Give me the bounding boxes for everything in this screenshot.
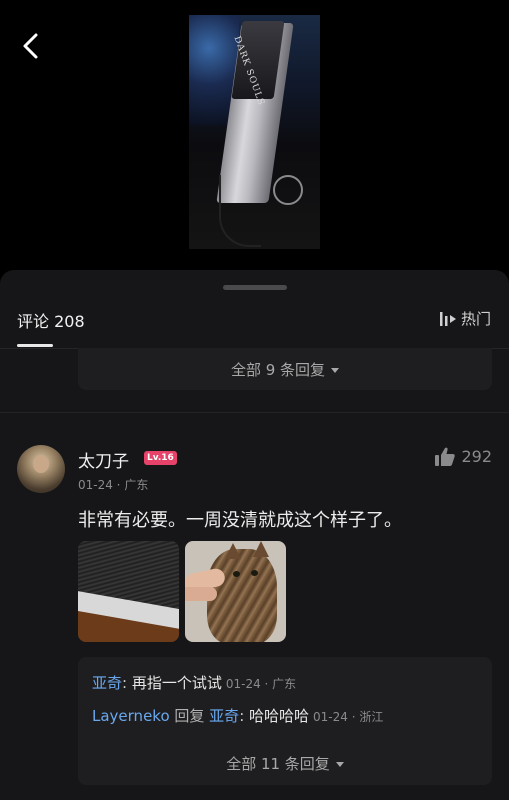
sort-hot-button[interactable]: 热门 [439,308,491,329]
comment-body: 非常有必要。一周没清就成这个样子了。 [78,510,402,531]
cat-shape [253,541,269,557]
divider [0,412,509,413]
comment-meta: 01-24 · 广东 [78,478,149,492]
reply-item[interactable]: 亚奇: 再指一个试试 01-24 · 广东 [92,672,296,693]
avatar[interactable] [17,445,65,493]
tab-active-indicator [17,344,53,347]
cat-shape [207,549,277,642]
caret-down-icon [331,367,340,373]
avatar-figure [33,455,49,473]
thumb-glass [273,175,303,205]
sort-bars-icon [439,311,456,326]
like-button[interactable]: 292 [435,447,492,466]
back-button[interactable] [14,30,46,62]
comments-header: 评论 208 热门 [0,304,509,348]
drag-handle[interactable] [223,285,287,290]
caret-down-icon [335,761,344,767]
hand-shape [185,587,217,601]
tab-comments[interactable]: 评论 208 [17,308,85,332]
comment-username[interactable]: 太刀子 [78,447,129,472]
video-thumbnail[interactable]: DARK SOULS [189,15,320,249]
view-all-replies-button[interactable]: 全部 11 条回复 [78,741,492,785]
replies-preview: 亚奇: 再指一个试试 01-24 · 广东 Layerneko 回复 亚奇: 哈哈… [78,657,492,785]
comments-sheet: 评论 208 热门 全部 9 条回复 太刀子 Lv.16 01-24 · 广东 … [0,270,509,800]
sort-label: 热门 [460,310,491,328]
comment-image-console[interactable] [78,541,179,642]
chevron-left-icon [23,33,38,59]
comment-image-cat[interactable] [185,541,286,642]
reply-to-user[interactable]: 亚奇 [209,707,239,725]
reply-separator: : [122,674,132,692]
view-all-replies-button[interactable]: 全部 9 条回复 [78,348,492,390]
like-count: 292 [461,447,492,466]
reply-time: 01-24 · 广东 [225,677,297,691]
reply-text: 再指一个试试 [131,674,222,692]
reply-separator: : [239,707,250,725]
cat-shape [251,570,258,576]
cat-shape [225,543,241,559]
reply-author[interactable]: Layerneko [92,707,170,725]
reply-author[interactable]: 亚奇 [92,674,122,692]
video-area: DARK SOULS [0,0,509,278]
reply-to-word: 回复 [169,707,210,725]
thumb-cable [219,175,261,247]
reply-item[interactable]: Layerneko 回复 亚奇: 哈哈哈哈 01-24 · 浙江 [92,705,383,726]
reply-text: 哈哈哈哈 [249,707,310,725]
thumbs-up-icon [435,447,456,466]
comments-screen: DARK SOULS 评论 208 热门 全部 9 条回复 太刀子 Lv.16 … [0,0,509,800]
cat-shape [233,571,240,577]
reply-time: 01-24 · 浙江 [313,710,384,724]
view-all-replies-label: 全部 11 条回复 [226,754,330,773]
view-all-replies-label: 全部 9 条回复 [230,360,326,379]
level-badge: Lv.16 [144,451,177,465]
